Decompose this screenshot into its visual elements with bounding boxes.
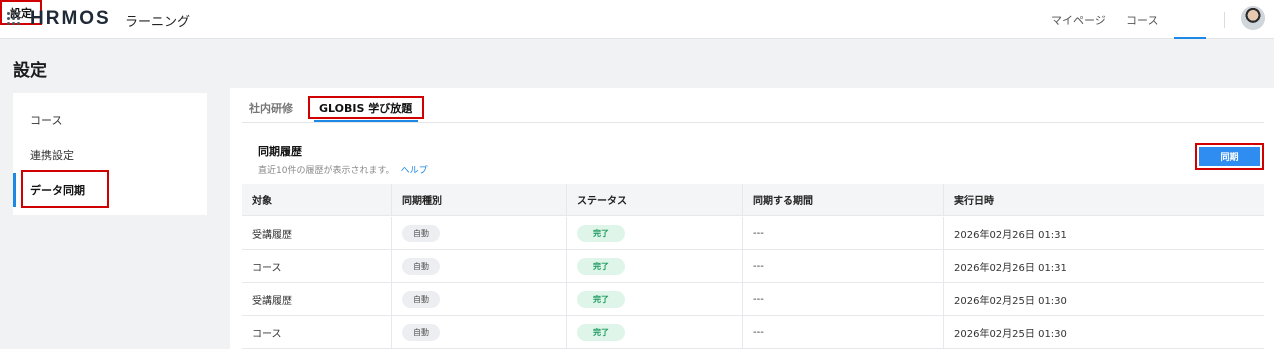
table-row: 受講履歴 自動 完了 --- 2026年02月26日 01:31 xyxy=(242,217,1264,250)
type-badge: 自動 xyxy=(402,290,440,308)
cell-status: 完了 xyxy=(567,316,743,348)
cell-target: 受講履歴 xyxy=(242,283,392,315)
nav-course[interactable]: コース xyxy=(1126,12,1158,28)
cell-status: 完了 xyxy=(567,250,743,282)
product-name: ラーニング xyxy=(125,15,191,30)
cell-type: 自動 xyxy=(392,250,567,282)
status-badge: 完了 xyxy=(577,323,625,341)
column-header: 実行日時 xyxy=(954,196,994,207)
type-badge: 自動 xyxy=(402,323,440,341)
column-header: 同期種別 xyxy=(392,184,567,215)
cell-period: --- xyxy=(743,316,944,348)
sidebar: コース 連携設定 データ同期 xyxy=(13,93,207,215)
status-badge: 完了 xyxy=(577,224,625,242)
type-badge: 自動 xyxy=(402,224,440,242)
cell-datetime: 2026年02月26日 01:31 xyxy=(954,229,1067,241)
cell-datetime: 2026年02月25日 01:30 xyxy=(954,295,1067,307)
cell-period: --- xyxy=(743,250,944,282)
help-link[interactable]: ヘルプ xyxy=(401,166,428,176)
cell-status: 完了 xyxy=(567,217,743,249)
top-header: HRMOS ラーニング マイページ コース 設定 xyxy=(0,0,1274,39)
user-avatar-icon[interactable] xyxy=(1241,6,1265,30)
cell-status: 完了 xyxy=(567,283,743,315)
cell-datetime: 2026年02月26日 01:31 xyxy=(954,262,1067,274)
highlight-box xyxy=(21,170,109,208)
section-description: 直近10件の履歴が表示されます。 ヘルプ xyxy=(258,163,428,176)
tab-divider xyxy=(242,122,1264,123)
sync-button[interactable]: 同期 xyxy=(1199,147,1260,166)
sidebar-item-course[interactable]: コース xyxy=(13,105,207,135)
cell-type: 自動 xyxy=(392,217,567,249)
section-title: 同期履歴 xyxy=(258,145,302,158)
type-badge: 自動 xyxy=(402,257,440,275)
nav-mypage[interactable]: マイページ xyxy=(1051,12,1106,28)
column-header: ステータス xyxy=(567,184,743,215)
main-panel: 社内研修 GLOBIS 学び放題 同期履歴 直近10件の履歴が表示されます。 ヘル… xyxy=(230,88,1274,349)
cell-target: コース xyxy=(242,250,392,282)
cell-target: コース xyxy=(242,316,392,348)
sidebar-item-integration[interactable]: 連携設定 xyxy=(13,140,207,170)
status-badge: 完了 xyxy=(577,257,625,275)
tab-globis[interactable]: GLOBIS 学び放題 xyxy=(319,100,412,116)
cell-period: --- xyxy=(743,217,944,249)
table-row: コース 自動 完了 --- 2026年02月25日 01:30 xyxy=(242,316,1264,349)
table-header-row: 対象 同期種別 ステータス 同期する期間 実行日時 xyxy=(242,184,1264,216)
logo[interactable]: HRMOS xyxy=(30,8,111,30)
cell-type: 自動 xyxy=(392,283,567,315)
app-grid-icon[interactable] xyxy=(7,12,20,25)
nav-active-indicator xyxy=(1174,37,1206,39)
cell-period: --- xyxy=(743,283,944,315)
cell-datetime: 2026年02月25日 01:30 xyxy=(954,328,1067,340)
table-row: コース 自動 完了 --- 2026年02月26日 01:31 xyxy=(242,250,1264,283)
column-header: 同期する期間 xyxy=(743,184,944,215)
column-header: 対象 xyxy=(242,184,392,215)
tab-internal-training[interactable]: 社内研修 xyxy=(249,100,293,116)
table-row: 受講履歴 自動 完了 --- 2026年02月25日 01:30 xyxy=(242,283,1264,316)
page-title: 設定 xyxy=(13,61,47,81)
nav-divider xyxy=(1224,12,1225,28)
cell-type: 自動 xyxy=(392,316,567,348)
cell-target: 受講履歴 xyxy=(242,217,392,249)
status-badge: 完了 xyxy=(577,290,625,308)
description-text: 直近10件の履歴が表示されます。 xyxy=(258,166,395,176)
